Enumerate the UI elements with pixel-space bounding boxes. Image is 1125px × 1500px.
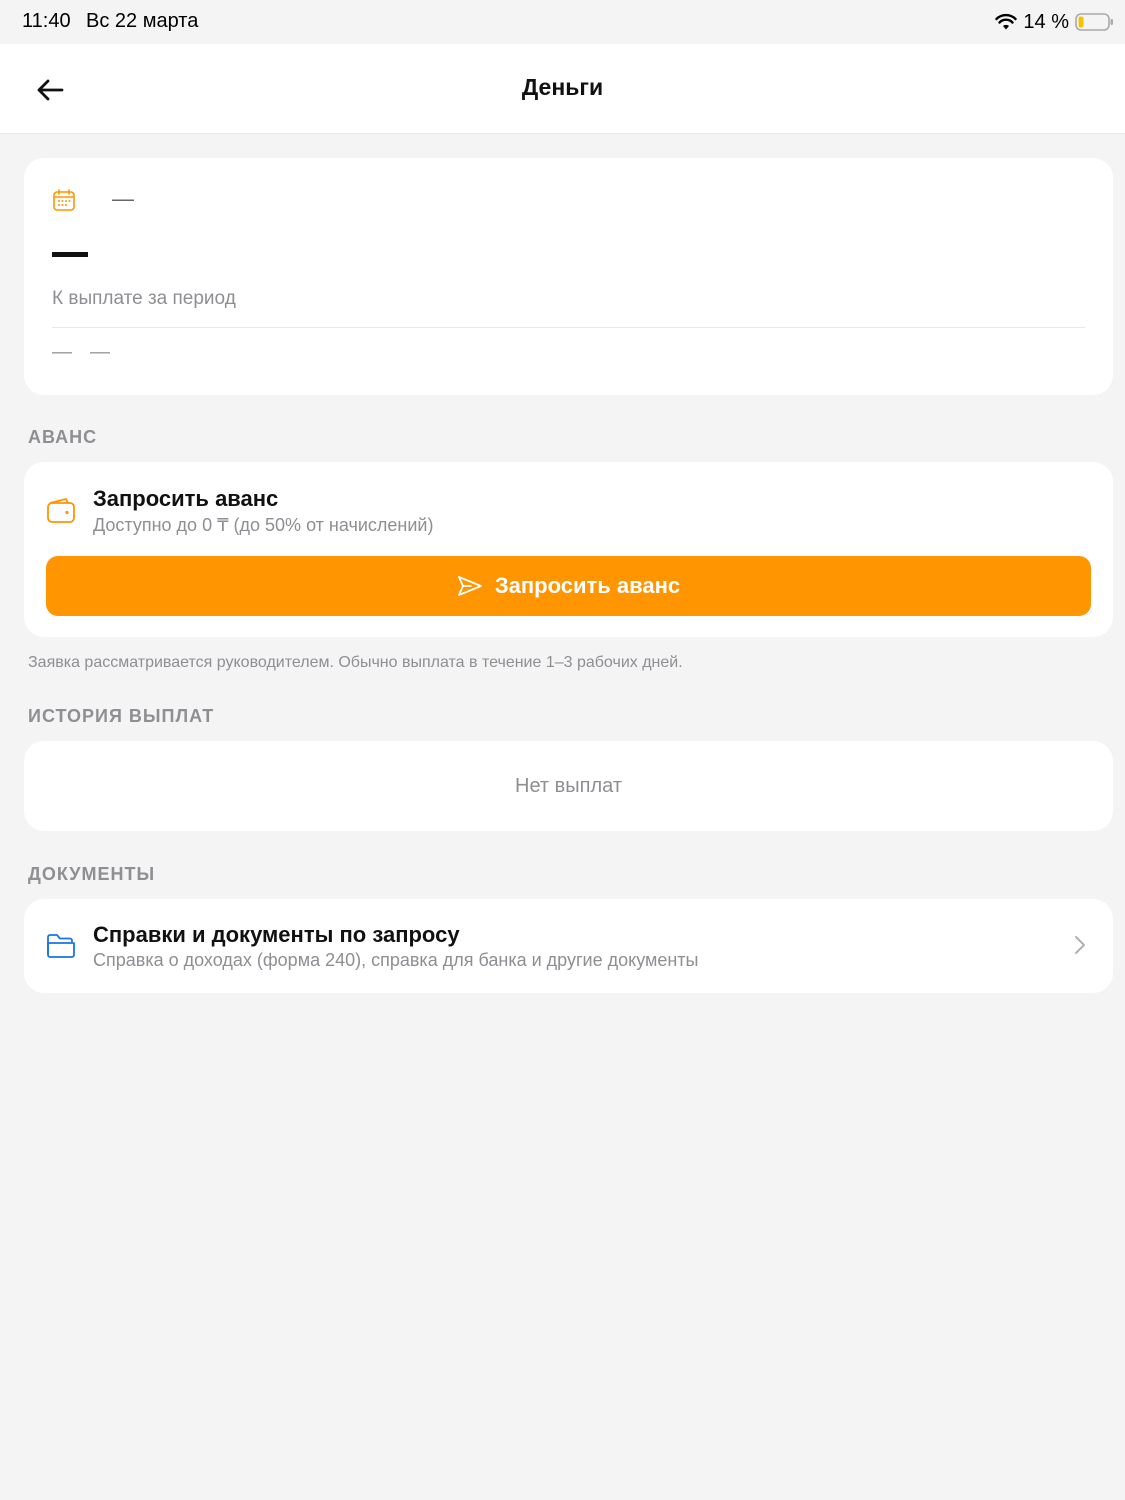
advance-subtitle: Доступно до 0 ₸ (до 50% от начислений) [93, 515, 434, 535]
section-title-documents: ДОКУМЕНТЫ [28, 864, 156, 884]
payout-summary-card: — К выплате за период — — [24, 158, 1113, 395]
status-time: 11:40 [22, 10, 71, 32]
nav-bar: Деньги [0, 44, 1125, 134]
documents-subtitle: Справка о доходах (форма 240), справка д… [93, 950, 699, 970]
section-title-history: ИСТОРИЯ ВЫПЛАТ [28, 706, 215, 726]
wallet-icon [47, 498, 75, 523]
period-value: — [112, 186, 134, 211]
advance-note: Заявка рассматривается руководителем. Об… [28, 654, 683, 671]
page-title: Деньги [521, 74, 604, 100]
status-bar: 11:40 Вс 22 марта 14 % [0, 0, 1125, 44]
send-icon [457, 576, 482, 596]
summary-footer-left: — [52, 341, 72, 363]
section-title-advance: АВАНС [28, 427, 98, 447]
payout-amount-placeholder [52, 252, 88, 257]
folder-icon [47, 934, 75, 958]
history-empty-text: Нет выплат [515, 775, 622, 797]
documents-title: Справки и документы по запросу [93, 922, 460, 947]
chevron-right-icon [1075, 936, 1085, 954]
request-advance-button[interactable]: Запросить аванс [46, 556, 1091, 616]
payout-history-card: Нет выплат [24, 741, 1113, 831]
status-right: 14 % [995, 10, 1115, 34]
calendar-icon [53, 189, 75, 211]
advance-card: Запросить аванс Доступно до 0 ₸ (до 50% … [24, 462, 1113, 637]
status-date: Вс 22 марта [86, 10, 199, 32]
documents-row[interactable]: Справки и документы по запросу Справка о… [24, 899, 1113, 993]
battery-percent: 14 % [1023, 10, 1069, 33]
payout-label: К выплате за период [52, 288, 236, 309]
divider [52, 327, 1085, 328]
advance-title: Запросить аванс [93, 486, 279, 511]
battery-icon [1075, 13, 1113, 31]
wifi-icon [995, 13, 1018, 30]
summary-footer-right: — [90, 341, 110, 363]
request-advance-button-label: Запросить аванс [494, 573, 681, 598]
